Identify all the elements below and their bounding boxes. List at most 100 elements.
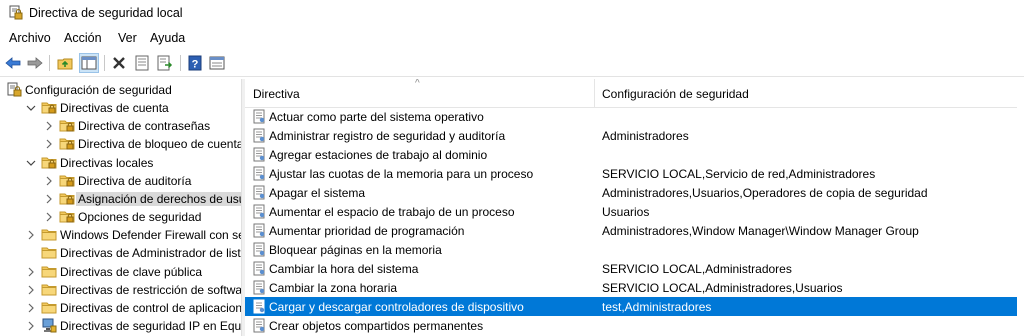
tree-item[interactable]: Opciones de seguridad [0, 208, 241, 226]
tree-item-label: Directivas de Administrador de listas d [60, 246, 241, 261]
vertical-scrollbar[interactable] [1017, 79, 1024, 336]
tree-item[interactable]: Directivas locales [0, 154, 241, 172]
window-title: Directiva de seguridad local [29, 6, 183, 20]
chevron-right-icon[interactable] [26, 266, 36, 276]
tree-item-label: Directivas de restricción de software [60, 282, 241, 297]
menu-accion[interactable]: Acción [64, 31, 102, 45]
security-config-icon [6, 82, 22, 97]
table-row[interactable]: Cambiar la hora del sistema SERVICIO LOCA… [245, 259, 1017, 278]
table-row[interactable]: Apagar el sistema Administradores,Usuario… [245, 183, 1017, 202]
help-icon[interactable]: ? [185, 53, 205, 73]
policy-icon [253, 185, 266, 200]
tree-item[interactable]: Directivas de seguridad IP en Equipo l [0, 317, 241, 335]
folder-icon [41, 264, 57, 279]
table-row[interactable]: Administrar registro de seguridad y audi… [245, 126, 1017, 145]
locked-folder-icon [59, 209, 75, 224]
table-row[interactable]: Ajustar las cuotas de la memoria para un… [245, 164, 1017, 183]
locked-folder-icon [59, 191, 75, 206]
table-row[interactable]: Crear objetos compartidos permanentes [245, 316, 1017, 335]
policy-name: Apagar el sistema [269, 186, 366, 200]
tree-item[interactable]: Directiva de contraseñas [0, 117, 241, 135]
policy-icon [253, 223, 266, 238]
policy-setting: Administradores,Window Manager\Window Ma… [602, 224, 919, 238]
table-row[interactable]: Cambiar la zona horaria SERVICIO LOCAL,Ad… [245, 278, 1017, 297]
tree-item-label: Asignación de derechos de usuari [76, 191, 241, 206]
chevron-down-icon[interactable] [26, 157, 36, 167]
policy-list[interactable]: ^ Directiva Configuración de seguridad A… [245, 79, 1024, 336]
chevron-right-icon[interactable] [26, 320, 36, 331]
console-tree[interactable]: Configuración de seguridad Directivas de … [0, 79, 241, 336]
menu-archivo[interactable]: Archivo [9, 31, 51, 45]
toolbar-separator [104, 55, 105, 71]
tree-item[interactable]: Directivas de control de aplicaciones [0, 299, 241, 317]
show-hide-tree-icon[interactable] [79, 53, 99, 73]
tree-item-label: Windows Defender Firewall con segur [60, 228, 241, 243]
locked-folder-icon [41, 100, 57, 115]
toolbar-separator [49, 55, 50, 71]
menu-ver[interactable]: Ver [118, 31, 137, 45]
security-policy-app-icon [9, 5, 23, 20]
tree-item-label: Directivas de cuenta [60, 101, 169, 116]
forward-arrow-icon[interactable] [25, 53, 45, 73]
tree-item[interactable]: Directiva de auditoría [0, 172, 241, 190]
sort-indicator-icon: ^ [415, 79, 420, 89]
menu-ayuda[interactable]: Ayuda [150, 31, 185, 45]
chevron-right-icon[interactable] [44, 120, 54, 131]
policy-name: Agregar estaciones de trabajo al dominio [269, 148, 488, 162]
chevron-right-icon[interactable] [26, 302, 36, 313]
tree-item[interactable]: Directivas de cuenta [0, 99, 241, 117]
policy-setting: Administradores,Usuarios,Operadores de c… [602, 186, 928, 200]
policy-icon [253, 109, 266, 124]
svg-text:?: ? [192, 59, 199, 71]
table-row[interactable]: Bloquear páginas en la memoria [245, 240, 1017, 259]
chevron-right-icon[interactable] [26, 229, 36, 240]
column-header-directiva[interactable]: Directiva [253, 87, 300, 101]
policy-icon [253, 128, 266, 143]
chevron-right-icon[interactable] [26, 284, 36, 295]
up-folder-icon[interactable] [55, 53, 75, 73]
tree-item[interactable]: Directivas de clave pública [0, 263, 241, 281]
tree-item[interactable]: Windows Defender Firewall con segur [0, 226, 241, 244]
table-row[interactable]: Actuar como parte del sistema operativo [245, 107, 1017, 126]
tree-item[interactable]: Asignación de derechos de usuari [0, 190, 241, 208]
chevron-right-icon[interactable] [44, 211, 54, 222]
policy-name: Aumentar prioridad de programación [269, 224, 465, 238]
policy-name: Cargar y descargar controladores de disp… [269, 300, 524, 314]
tree-item-label: Directivas locales [60, 155, 154, 170]
table-row[interactable]: Agregar estaciones de trabajo al dominio [245, 145, 1017, 164]
tree-item-label: Directiva de contraseñas [78, 119, 211, 134]
policy-name: Cambiar la zona horaria [269, 281, 398, 295]
tree-item[interactable]: Configuración de seguridad [0, 81, 241, 99]
chevron-right-icon[interactable] [44, 175, 54, 186]
policy-icon [253, 242, 266, 257]
policy-name: Ajustar las cuotas de la memoria para un… [269, 167, 534, 181]
tree-item-label: Directiva de bloqueo de cuenta [78, 137, 241, 152]
policy-name: Bloquear páginas en la memoria [269, 243, 442, 257]
policy-setting: Administradores [602, 129, 689, 143]
properties-icon[interactable] [132, 53, 152, 73]
back-arrow-icon[interactable] [3, 53, 23, 73]
chevron-right-icon[interactable] [44, 138, 54, 149]
tree-item[interactable]: Directivas de Administrador de listas d [0, 244, 241, 262]
ip-security-icon [41, 318, 57, 333]
menu-bar: Archivo Acción Ver Ayuda [0, 28, 1024, 48]
table-row[interactable]: Aumentar prioridad de programación Admini… [245, 221, 1017, 240]
title-bar: Directiva de seguridad local [0, 0, 1024, 26]
list-header: ^ Directiva Configuración de seguridad [245, 79, 1024, 108]
policy-icon [253, 147, 266, 162]
column-header-configuracion[interactable]: Configuración de seguridad [602, 87, 749, 101]
chevron-down-icon[interactable] [26, 102, 36, 112]
locked-folder-icon [59, 118, 75, 133]
chevron-right-icon[interactable] [44, 193, 54, 204]
export-list-icon[interactable] [155, 53, 175, 73]
table-row[interactable]: Cargar y descargar controladores de disp… [245, 297, 1017, 316]
column-divider[interactable] [594, 79, 595, 107]
tree-item-label: Directiva de auditoría [78, 173, 192, 188]
tree-item[interactable]: Directiva de bloqueo de cuenta [0, 135, 241, 153]
toolbar: ? [0, 50, 1024, 77]
delete-icon[interactable] [109, 53, 129, 73]
console-tree-icon[interactable] [207, 53, 227, 73]
table-row[interactable]: Aumentar el espacio de trabajo de un pro… [245, 202, 1017, 221]
tree-item[interactable]: Directivas de restricción de software [0, 281, 241, 299]
policy-setting: SERVICIO LOCAL,Administradores [602, 262, 792, 276]
